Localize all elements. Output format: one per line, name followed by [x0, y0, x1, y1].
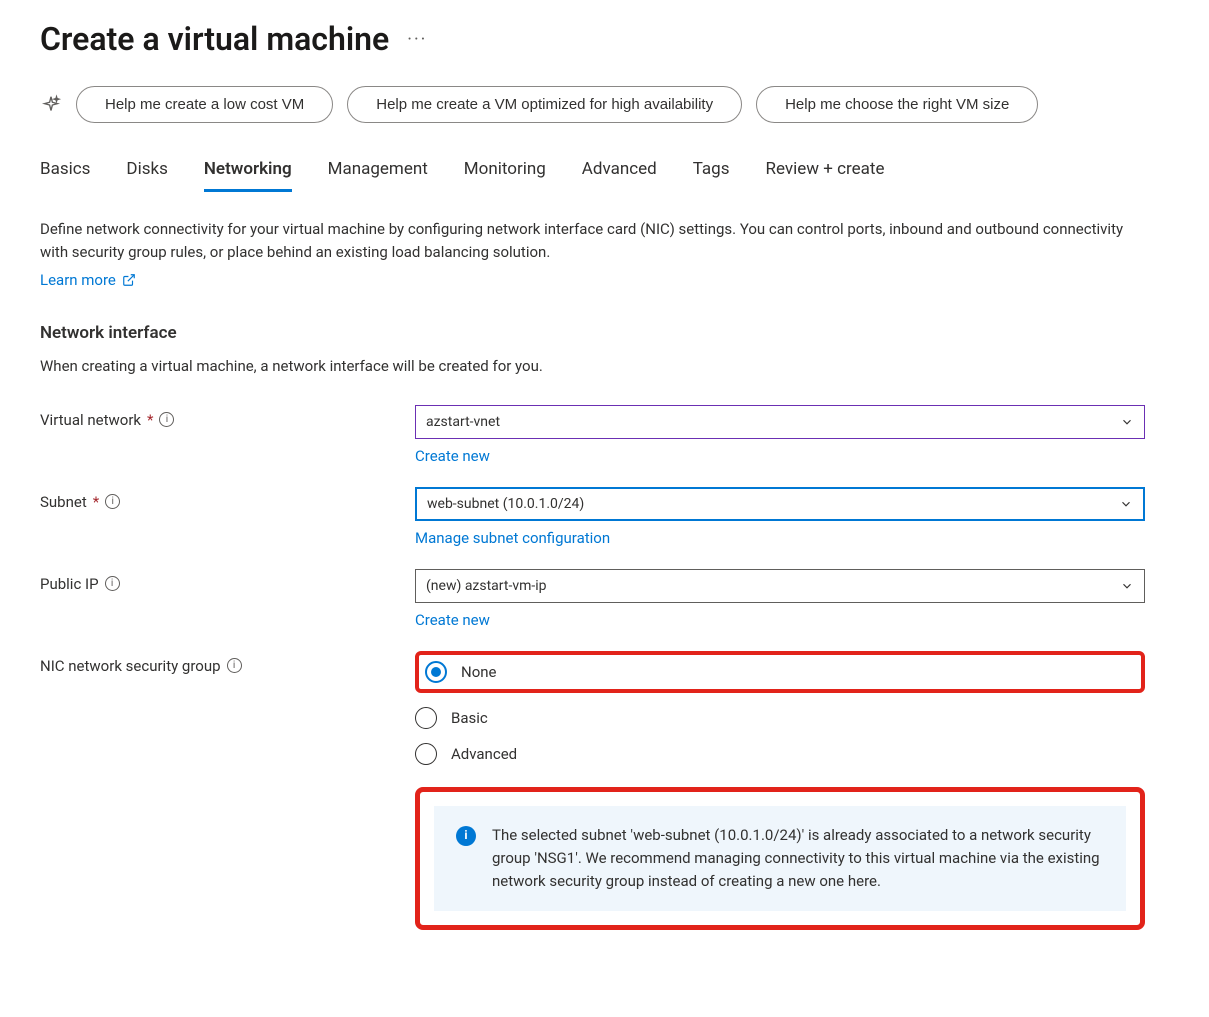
- public-ip-create-new-link[interactable]: Create new: [415, 611, 490, 629]
- learn-more-label: Learn more: [40, 271, 116, 289]
- tab-basics[interactable]: Basics: [40, 159, 90, 192]
- tab-bar: Basics Disks Networking Management Monit…: [40, 159, 1209, 192]
- nsg-info-highlight: i The selected subnet 'web-subnet (10.0.…: [415, 787, 1145, 931]
- label-nsg: NIC network security group i: [40, 651, 415, 675]
- tab-networking[interactable]: Networking: [204, 159, 292, 192]
- nsg-radio-basic[interactable]: Basic: [415, 707, 1145, 729]
- page-title: Create a virtual machine: [40, 20, 389, 58]
- nsg-info-text: The selected subnet 'web-subnet (10.0.1.…: [492, 824, 1104, 894]
- virtual-network-select[interactable]: azstart-vnet: [415, 405, 1145, 439]
- subnet-value: web-subnet (10.0.1.0/24): [427, 496, 584, 512]
- row-subnet: Subnet * i web-subnet (10.0.1.0/24) Mana…: [40, 487, 1209, 547]
- required-star: *: [147, 411, 153, 429]
- nsg-radio-group: None Basic Advanced: [415, 651, 1145, 765]
- info-icon[interactable]: i: [105, 494, 120, 509]
- info-icon[interactable]: i: [159, 412, 174, 427]
- copilot-icon: [40, 94, 62, 116]
- chevron-down-icon: [1119, 497, 1133, 511]
- public-ip-select[interactable]: (new) azstart-vm-ip: [415, 569, 1145, 603]
- nsg-radio-none[interactable]: None: [425, 661, 497, 683]
- vnet-label-text: Virtual network: [40, 411, 141, 429]
- tab-monitoring[interactable]: Monitoring: [464, 159, 546, 192]
- external-link-icon: [122, 273, 136, 287]
- nsg-radio-advanced[interactable]: Advanced: [415, 743, 1145, 765]
- tab-disks[interactable]: Disks: [126, 159, 167, 192]
- network-interface-subtext: When creating a virtual machine, a netwo…: [40, 357, 1209, 375]
- network-interface-heading: Network interface: [40, 323, 1209, 343]
- radio-icon: [415, 743, 437, 765]
- suggestion-low-cost-button[interactable]: Help me create a low cost VM: [76, 86, 333, 123]
- tab-review[interactable]: Review + create: [766, 159, 885, 192]
- info-badge-icon: i: [456, 826, 476, 846]
- label-subnet: Subnet * i: [40, 487, 415, 511]
- chevron-down-icon: [1120, 579, 1134, 593]
- public-ip-label-text: Public IP: [40, 575, 99, 593]
- tab-management[interactable]: Management: [328, 159, 428, 192]
- networking-description: Define network connectivity for your vir…: [40, 218, 1140, 265]
- nsg-radio-none-highlight: None: [415, 651, 1145, 693]
- nsg-radio-basic-label: Basic: [451, 709, 488, 727]
- row-virtual-network: Virtual network * i azstart-vnet Create …: [40, 405, 1209, 465]
- nsg-info-box: i The selected subnet 'web-subnet (10.0.…: [434, 806, 1126, 912]
- page-header: Create a virtual machine ···: [40, 20, 1209, 58]
- info-icon[interactable]: i: [227, 658, 242, 673]
- copilot-suggestion-row: Help me create a low cost VM Help me cre…: [40, 86, 1209, 123]
- tab-tags[interactable]: Tags: [693, 159, 730, 192]
- label-public-ip: Public IP i: [40, 569, 415, 593]
- subnet-manage-link[interactable]: Manage subnet configuration: [415, 529, 610, 547]
- vnet-create-new-link[interactable]: Create new: [415, 447, 490, 465]
- row-public-ip: Public IP i (new) azstart-vm-ip Create n…: [40, 569, 1209, 629]
- virtual-network-value: azstart-vnet: [426, 414, 500, 430]
- nsg-label-text: NIC network security group: [40, 657, 221, 675]
- nsg-radio-advanced-label: Advanced: [451, 745, 517, 763]
- chevron-down-icon: [1120, 415, 1134, 429]
- radio-icon: [425, 661, 447, 683]
- learn-more-link[interactable]: Learn more: [40, 271, 136, 289]
- suggestion-high-availability-button[interactable]: Help me create a VM optimized for high a…: [347, 86, 742, 123]
- subnet-select[interactable]: web-subnet (10.0.1.0/24): [415, 487, 1145, 521]
- info-icon[interactable]: i: [105, 576, 120, 591]
- subnet-label-text: Subnet: [40, 493, 87, 511]
- suggestion-right-size-button[interactable]: Help me choose the right VM size: [756, 86, 1038, 123]
- row-nsg: NIC network security group i None Basic …: [40, 651, 1209, 931]
- required-star: *: [93, 493, 99, 511]
- public-ip-value: (new) azstart-vm-ip: [426, 578, 547, 594]
- tab-advanced[interactable]: Advanced: [582, 159, 657, 192]
- label-virtual-network: Virtual network * i: [40, 405, 415, 429]
- more-icon[interactable]: ···: [407, 29, 427, 50]
- radio-icon: [415, 707, 437, 729]
- nsg-radio-none-label: None: [461, 663, 497, 681]
